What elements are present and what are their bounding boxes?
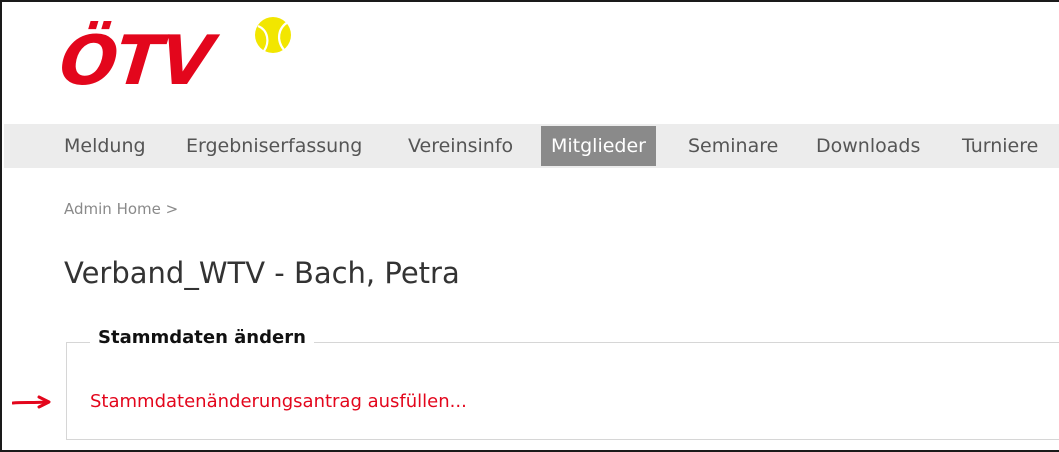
tennis-ball-icon xyxy=(255,17,291,53)
nav-item-turniere[interactable]: Turniere xyxy=(962,124,1038,168)
nav-item-vereinsinfo[interactable]: Vereinsinfo xyxy=(408,124,513,168)
stammdaten-request-link[interactable]: Stammdatenänderungsantrag ausfüllen... xyxy=(90,391,467,412)
nav-item-ergebniserfassung[interactable]: Ergebniserfassung xyxy=(186,124,362,168)
breadcrumb-separator: > xyxy=(165,200,179,218)
main-nav: Meldung Ergebniserfassung Vereinsinfo Mi… xyxy=(4,124,1059,168)
page-title: Verband_WTV - Bach, Petra xyxy=(64,256,460,290)
arrow-right-icon xyxy=(12,395,51,409)
breadcrumb-admin-home[interactable]: Admin Home xyxy=(64,200,161,218)
nav-item-mitglieder[interactable]: Mitglieder xyxy=(541,126,656,166)
nav-item-downloads[interactable]: Downloads xyxy=(816,124,920,168)
nav-item-seminare[interactable]: Seminare xyxy=(688,124,778,168)
fieldset-legend: Stammdaten ändern xyxy=(90,327,314,348)
otv-logo[interactable]: ÖTV xyxy=(56,16,300,110)
breadcrumb: Admin Home > xyxy=(64,200,178,218)
logo-text: ÖTV xyxy=(55,22,216,101)
page-frame: ÖTV Meldung Ergebniserfassung Vereinsinf… xyxy=(0,0,1059,452)
nav-item-meldung[interactable]: Meldung xyxy=(64,124,146,168)
